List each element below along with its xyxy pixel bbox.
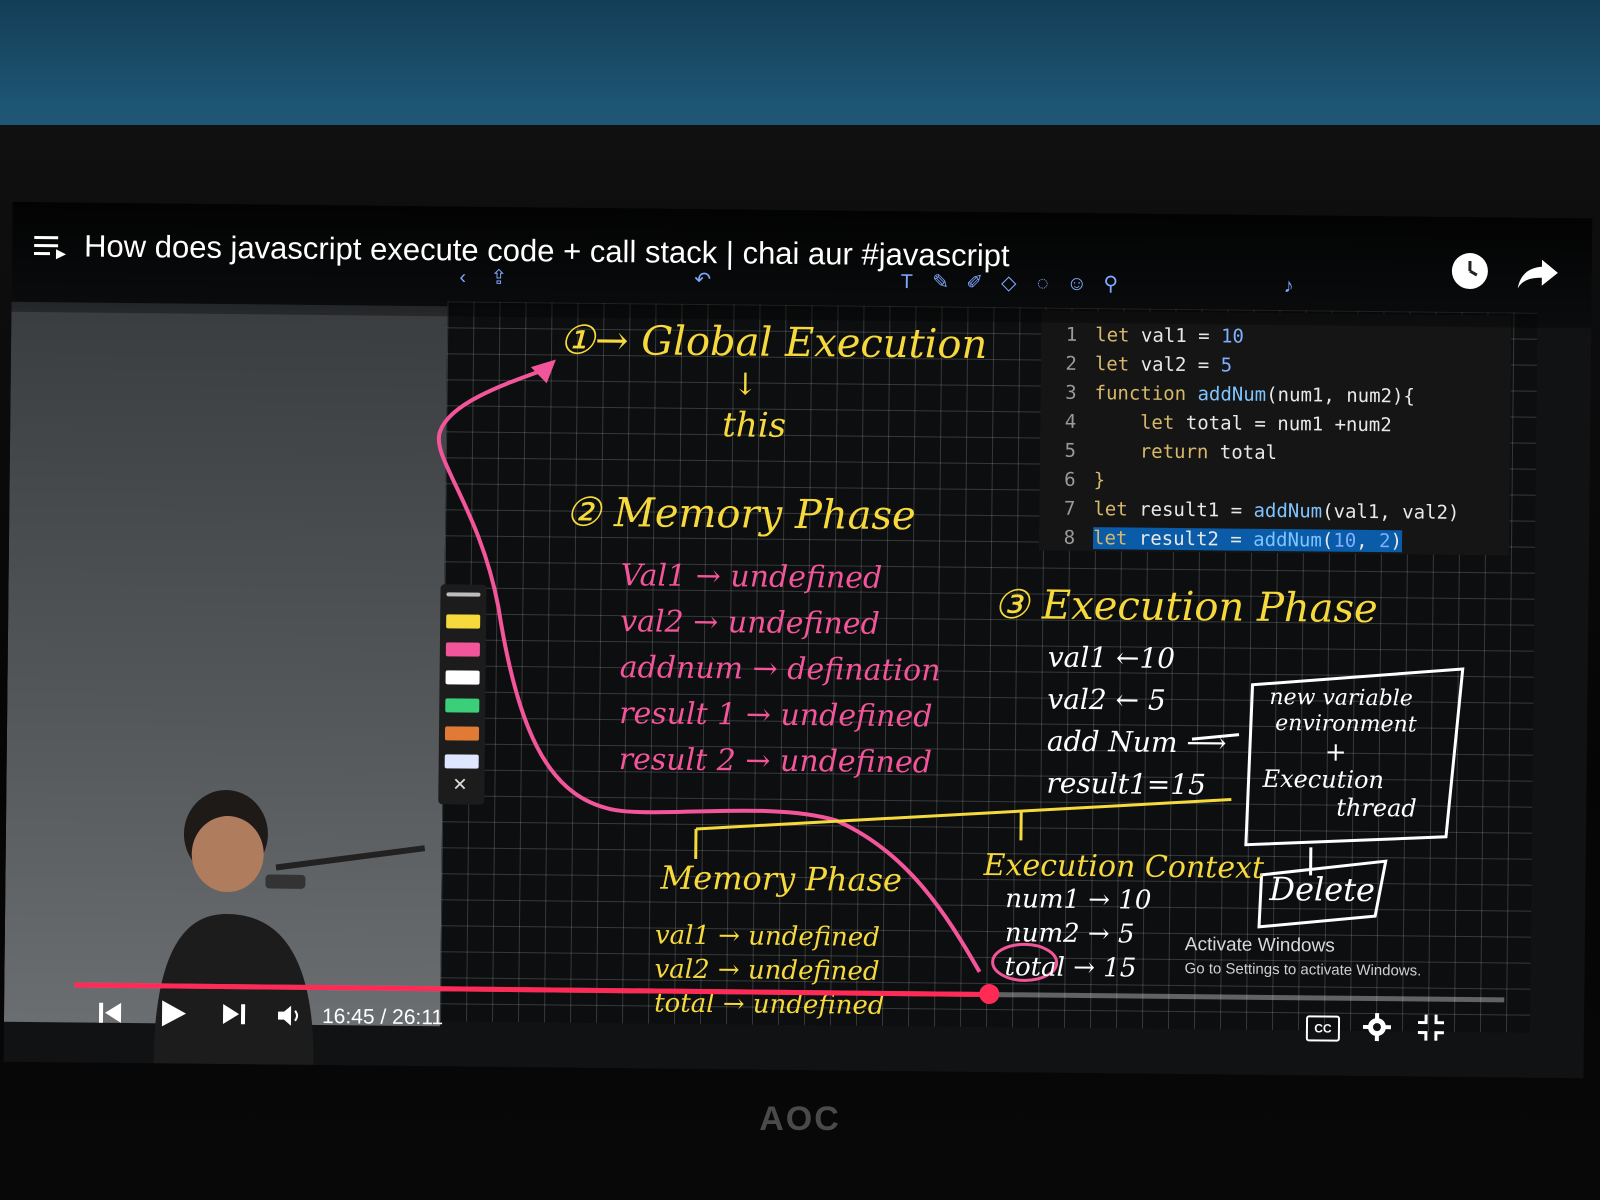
memory-phase-item: result 2 → undefined <box>618 742 933 781</box>
line-number: 6 <box>1064 468 1076 491</box>
execution-phase-item: result1=15 <box>1046 766 1207 802</box>
video-player[interactable]: How does javascript execute code + call … <box>3 201 1593 1079</box>
code-line: 2 let val2 = 5 <box>1041 350 1233 380</box>
execution-phase-heading: ③ Execution Phase <box>993 582 1378 633</box>
code-text: let val2 = 5 <box>1094 353 1233 377</box>
environment-box-line: new variable <box>1269 684 1413 712</box>
color-palette: ✕ <box>438 584 487 805</box>
code-text: let val1 = 10 <box>1095 324 1245 348</box>
code-line: 6} <box>1040 466 1106 495</box>
execution-phase-item: val1 ←10 <box>1047 640 1176 675</box>
closed-captions-icon[interactable]: CC <box>1305 1015 1341 1042</box>
global-arrow: ↓ <box>732 367 758 403</box>
pen-tool-icon[interactable]: ✎ <box>930 271 952 293</box>
line-number: 5 <box>1064 439 1077 462</box>
swatch-light-blue[interactable] <box>444 754 479 769</box>
player-top-bar: How does javascript execute code + call … <box>11 201 1593 329</box>
activate-windows-subtitle: Go to Settings to activate Windows. <box>1184 960 1422 980</box>
link-tool-icon[interactable]: ⚲ <box>1100 273 1122 295</box>
sub-memory-heading: Memory Phase <box>660 858 903 900</box>
code-line: 4 let total = num1 +num2 <box>1040 408 1392 440</box>
code-line: 3 function addNum(num1, num2){ <box>1040 379 1415 411</box>
line-number: 4 <box>1064 410 1077 433</box>
fullscreen-exit-icon[interactable] <box>1416 1012 1446 1047</box>
code-text: let result1 = addNum(val1, val2) <box>1093 498 1460 524</box>
line-number: 7 <box>1063 497 1076 520</box>
memory-phase-item: Val1 → undefined <box>620 558 883 596</box>
back-icon[interactable]: ‹ <box>452 266 474 288</box>
memory-phase-heading: ② Memory Phase <box>565 489 916 540</box>
swatch-yellow[interactable] <box>446 614 481 629</box>
activate-windows-title: Activate Windows <box>1184 934 1335 957</box>
sub-execution-item: num1 → 10 <box>1005 884 1152 916</box>
code-line: 7 let result1 = addNum(val1, val2) <box>1039 495 1460 527</box>
code-text: let result2 = addNum(10, 2) <box>1092 527 1403 553</box>
code-text: return total <box>1139 440 1278 465</box>
code-editor: 1 let val1 = 10 2 let val2 = 5 3 function add… <box>1038 310 1512 556</box>
queue-icon[interactable] <box>33 232 68 264</box>
memory-phase-item: result 1 → undefined <box>619 696 933 735</box>
line-number: 3 <box>1065 381 1077 404</box>
swatch-grey[interactable] <box>446 592 481 597</box>
highlighter-tool-icon[interactable]: ✐ <box>964 272 986 294</box>
execution-phase-item: add Num ⟶ <box>1046 724 1227 760</box>
sub-execution-item: total → 15 <box>1004 952 1137 984</box>
execution-phase-item: val2 ← 5 <box>1047 682 1166 717</box>
lasso-tool-icon[interactable]: ◌ <box>1032 272 1054 294</box>
swatch-green[interactable] <box>445 698 480 713</box>
code-text: } <box>1093 469 1106 492</box>
sub-memory-item: val2 → undefined <box>654 954 880 987</box>
environment-box-line: Execution <box>1262 764 1385 795</box>
volume-icon[interactable] <box>276 1003 304 1034</box>
memory-phase-item: val2 → undefined <box>619 604 880 642</box>
sub-execution-item: num2 → 5 <box>1004 918 1135 950</box>
global-this: this <box>722 405 787 446</box>
shapes-tool-icon[interactable]: ☺ <box>1066 273 1088 295</box>
environment-box-line: + <box>1324 737 1347 768</box>
line-number: 8 <box>1063 526 1076 549</box>
swatch-white[interactable] <box>445 670 480 685</box>
monitor-brand: AOC <box>759 1100 841 1138</box>
undo-icon[interactable]: ↶ <box>692 269 714 291</box>
eraser-tool-icon[interactable]: ◇ <box>998 272 1020 294</box>
global-execution-heading: ①→ Global Execution <box>558 317 988 368</box>
play-icon[interactable] <box>158 997 188 1034</box>
sub-memory-item: val1 → undefined <box>654 920 881 953</box>
code-text: function addNum(num1, num2){ <box>1094 382 1416 408</box>
memory-phase-item: addnum → defination <box>619 650 941 689</box>
code-line: 1 let val1 = 10 <box>1041 321 1244 351</box>
code-line: 5 return total <box>1040 437 1277 467</box>
swatch-pink[interactable] <box>445 642 480 657</box>
mic-icon[interactable]: ♪ <box>1278 275 1300 297</box>
skip-previous-icon[interactable] <box>96 999 124 1032</box>
code-line: 8 let result2 = addNum(10, 2) <box>1039 524 1403 556</box>
text-tool-icon[interactable]: T <box>896 271 918 293</box>
environment-box-line: thread <box>1336 793 1417 823</box>
swatch-orange[interactable] <box>444 726 480 741</box>
line-number: 2 <box>1065 352 1078 375</box>
delete-label: Delete <box>1269 869 1376 910</box>
export-icon[interactable]: ⇪ <box>488 267 510 289</box>
sub-execution-heading: Execution Context <box>983 847 1265 886</box>
line-number: 1 <box>1065 323 1078 346</box>
environment-box-line: environment <box>1275 711 1417 738</box>
settings-icon[interactable] <box>1362 1012 1392 1047</box>
time-display: 16:45 / 26:11 <box>321 1005 444 1030</box>
close-icon[interactable]: ✕ <box>452 774 467 795</box>
skip-next-icon[interactable] <box>220 1000 248 1033</box>
code-text: let total = num1 +num2 <box>1139 411 1392 437</box>
